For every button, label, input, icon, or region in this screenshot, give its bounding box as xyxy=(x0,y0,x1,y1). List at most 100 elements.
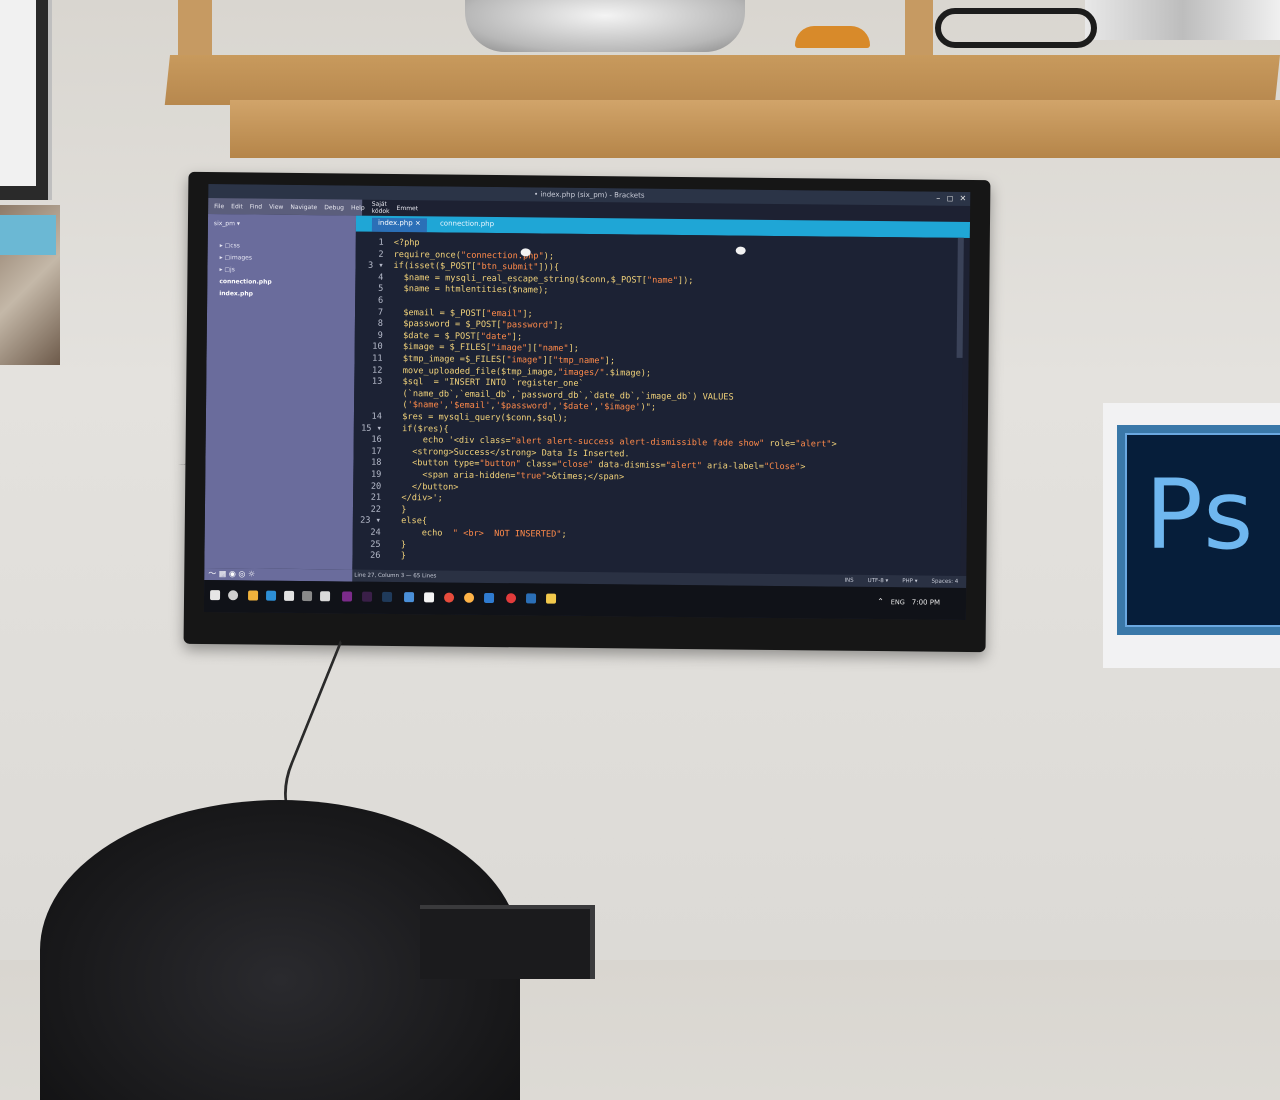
photoshop-icon[interactable] xyxy=(382,592,392,602)
tree-folder-images[interactable]: ▸ ▢images xyxy=(220,254,272,267)
menu-find[interactable]: Find xyxy=(250,203,262,210)
language-indicator[interactable]: ENG xyxy=(891,598,905,606)
line-number: 15 ▾ xyxy=(354,423,382,433)
opera-icon[interactable] xyxy=(506,593,516,603)
plastic-bag xyxy=(465,0,745,52)
system-tray: ⌃ ENG 7:00 PM xyxy=(877,597,940,607)
minimize-icon[interactable]: – xyxy=(936,194,940,203)
tab-index-php[interactable]: index.php × xyxy=(372,218,427,233)
vscode-icon[interactable] xyxy=(484,593,494,603)
code-text: move_uploaded_file($tmp_image,"images/".… xyxy=(392,366,651,379)
code-text: $res = mysqli_query($conn,$sql); xyxy=(392,412,568,424)
file-explorer-icon[interactable] xyxy=(546,594,556,604)
laptop xyxy=(420,905,595,979)
app-icon[interactable] xyxy=(320,591,330,601)
code-text: </button> xyxy=(391,482,458,493)
clock[interactable]: 7:00 PM xyxy=(912,598,940,606)
file-tree: ▸ ▢css ▸ ▢images ▸ ▢js connection.php in… xyxy=(219,242,272,303)
line-number: 17 xyxy=(354,446,382,456)
tab-connection-php[interactable]: connection.php xyxy=(434,218,500,233)
line-number: 14 xyxy=(354,412,382,422)
menu-sajat-kodok[interactable]: Saját kódok xyxy=(372,201,390,215)
line-number: 16 xyxy=(354,435,382,445)
menu-edit[interactable]: Edit xyxy=(231,203,243,210)
code-text: $sql = "INSERT INTO `register_one` xyxy=(392,377,584,389)
coiled-cable xyxy=(935,8,1097,48)
spaces-setting[interactable]: Spaces: 4 xyxy=(931,579,958,585)
line-number: 18 xyxy=(353,458,381,468)
edge-icon[interactable] xyxy=(266,591,276,601)
line-number: 22 xyxy=(353,504,381,514)
line-number: 4 xyxy=(355,272,383,282)
line-number: 5 xyxy=(355,284,383,294)
menu-help[interactable]: Help xyxy=(351,204,365,211)
app-icon[interactable] xyxy=(302,591,312,601)
insert-mode[interactable]: INS xyxy=(844,578,853,584)
code-text: <span aria-hidden="true">&times;</span> xyxy=(391,470,624,482)
menu-view[interactable]: View xyxy=(269,203,283,210)
app-icon[interactable] xyxy=(424,592,434,602)
line-number: 7 xyxy=(355,307,383,317)
code-editor[interactable]: 1<?php2require_once("connection.php");3 … xyxy=(352,232,964,576)
firefox-icon[interactable] xyxy=(464,593,474,603)
line-number: 8 xyxy=(355,319,383,329)
line-number: 20 xyxy=(353,481,381,491)
photoshop-poster: Ps xyxy=(1103,403,1280,668)
screen-glare xyxy=(736,247,746,255)
code-text: $password = $_POST["password"]; xyxy=(393,319,564,331)
code-text: ('$name','$email','$password','$date','$… xyxy=(392,400,656,413)
code-text: $date = $_POST["date"]; xyxy=(393,331,522,342)
encoding-select[interactable]: UTF-8 ▾ xyxy=(868,578,889,584)
premiere-icon[interactable] xyxy=(342,591,352,601)
shelf-top xyxy=(165,55,1280,105)
code-text: echo " <br> NOT INSERTED"; xyxy=(391,528,567,540)
maximize-icon[interactable]: ◻ xyxy=(947,194,954,203)
tree-folder-js[interactable]: ▸ ▢js xyxy=(219,266,271,279)
code-text: } xyxy=(391,540,407,550)
brackets-icon[interactable] xyxy=(526,593,536,603)
app-icon[interactable] xyxy=(404,592,414,602)
tree-file-connection[interactable]: connection.php xyxy=(219,278,271,291)
code-text: $tmp_image =$_FILES["image"]["tmp_name"]… xyxy=(392,354,615,366)
code-text: if(isset($_POST["btn_submit"])){ xyxy=(393,261,559,273)
project-name[interactable]: six_pm ▾ xyxy=(214,220,240,227)
tray-caret-icon[interactable]: ⌃ xyxy=(877,597,884,606)
menu-file[interactable]: File xyxy=(214,203,224,210)
code-text: else{ xyxy=(391,516,427,526)
after-effects-icon[interactable] xyxy=(362,592,372,602)
line-number: 9 xyxy=(355,330,383,340)
tree-file-index[interactable]: index.php xyxy=(219,290,271,303)
wall-frame xyxy=(0,0,52,200)
code-text: <?php xyxy=(394,238,420,248)
menu-debug[interactable]: Debug xyxy=(324,204,344,211)
tree-folder-css[interactable]: ▸ ▢css xyxy=(220,242,272,255)
app-icon[interactable] xyxy=(248,590,258,600)
start-icon[interactable] xyxy=(210,590,220,600)
chrome-icon[interactable] xyxy=(444,593,454,603)
line-number: 12 xyxy=(354,365,382,375)
app-icon[interactable] xyxy=(284,591,294,601)
code-text: </div>'; xyxy=(391,493,443,504)
line-number: 11 xyxy=(354,354,382,364)
line-number: 26 xyxy=(352,551,380,561)
orange-object xyxy=(795,26,870,48)
code-text: $image = $_FILES["image"]["name"]; xyxy=(393,342,579,354)
menu-emmet[interactable]: Emmet xyxy=(397,204,419,211)
code-text: <strong>Success</strong> Data Is Inserte… xyxy=(392,447,630,459)
project-sidebar: six_pm ▾ ▸ ▢css ▸ ▢images ▸ ▢js connecti… xyxy=(204,214,356,570)
line-number: 1 xyxy=(356,238,384,248)
wall-decoration-blue xyxy=(0,215,56,255)
shelf-post-right xyxy=(905,0,933,60)
code-text: } xyxy=(390,551,406,561)
line-number: 13 xyxy=(354,377,382,387)
menu-bar: File Edit Find View Navigate Debug Help … xyxy=(208,198,362,216)
language-select[interactable]: PHP ▾ xyxy=(902,578,917,584)
line-number: 19 xyxy=(353,470,381,480)
close-icon[interactable]: ✕ xyxy=(960,194,967,203)
code-text: $email = $_POST["email"]; xyxy=(393,308,533,319)
code-text: } xyxy=(391,505,407,515)
line-number: 2 xyxy=(356,249,384,259)
search-icon[interactable] xyxy=(228,590,238,600)
menu-navigate[interactable]: Navigate xyxy=(290,203,317,210)
line-number: 3 ▾ xyxy=(355,261,383,271)
